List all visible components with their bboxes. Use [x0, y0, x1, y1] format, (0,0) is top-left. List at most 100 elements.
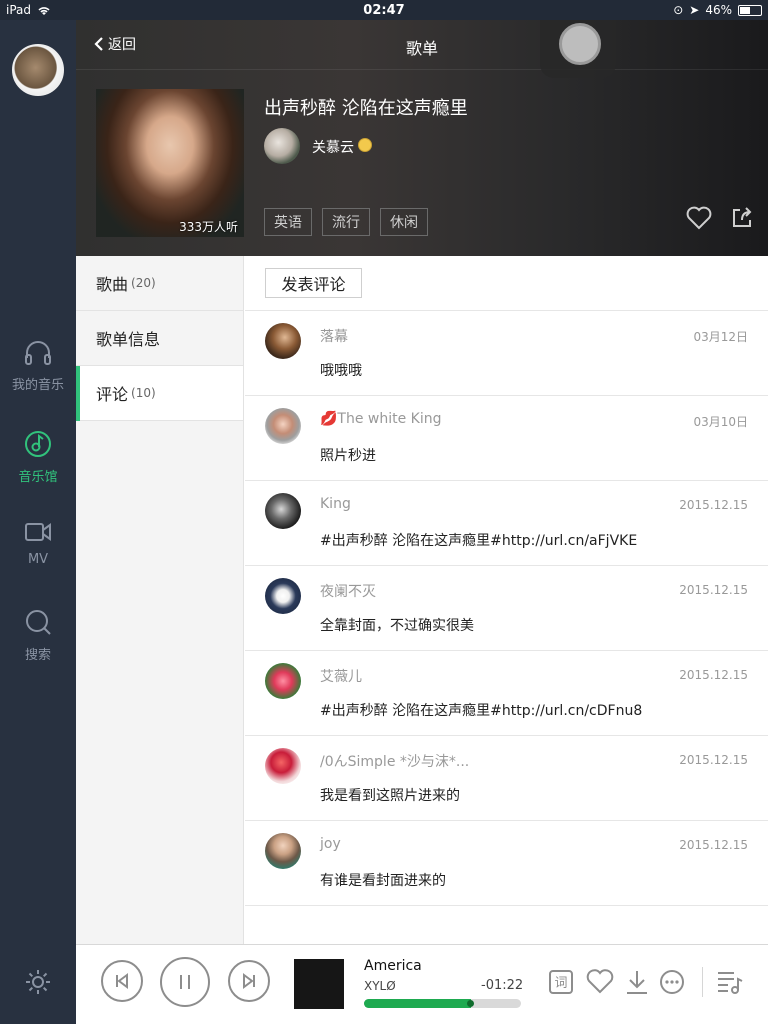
playlist-queue-icon[interactable]	[716, 969, 744, 995]
video-icon	[25, 523, 51, 541]
commenter-name[interactable]: 落幕	[320, 326, 348, 346]
gear-icon	[26, 970, 50, 994]
tab-label: 评论	[96, 385, 129, 404]
comment-item: King 2015.12.15 #出声秒醉 沦陷在这声瘾里#http://url…	[245, 481, 768, 566]
comment-list: 落幕 03月12日 哦哦哦 💋The white King 03月10日 照片秒…	[245, 310, 768, 906]
sidebar: 我的音乐 音乐馆 MV 搜索	[0, 0, 76, 1024]
search-icon	[26, 610, 51, 635]
sidebar-item-label: 我的音乐	[11, 378, 64, 393]
commenter-avatar[interactable]	[265, 408, 301, 444]
lyrics-icon[interactable]: 词	[548, 969, 574, 995]
playlist-cover[interactable]: 333万人听	[96, 89, 244, 237]
tab-songs[interactable]: 歌曲 (20)	[76, 256, 243, 311]
remaining-time: -01:22	[481, 978, 524, 993]
comment-date: 2015.12.15	[679, 753, 748, 767]
previous-button[interactable]	[101, 960, 143, 1002]
battery-percent: 46%	[705, 3, 732, 17]
tab-label: 歌曲	[96, 275, 129, 294]
more-icon[interactable]	[659, 969, 685, 995]
comment-item: /0んSimple *沙与沫*... 2015.12.15 我是看到这照片进来的	[245, 736, 768, 821]
skip-previous-icon	[116, 973, 128, 989]
tab-playlist-info[interactable]: 歌单信息	[76, 311, 243, 366]
commenter-avatar[interactable]	[265, 663, 301, 699]
comment-item: 落幕 03月12日 哦哦哦	[245, 311, 768, 396]
heart-icon[interactable]	[686, 206, 712, 230]
comment-item: 夜阑不灭 2015.12.15 全靠封面，不过确实很美	[245, 566, 768, 651]
playlist-title: 出声秒醉 沦陷在这声瘾里	[264, 98, 468, 119]
sidebar-item-label: MV	[27, 552, 49, 567]
comment-item: 💋The white King 03月10日 照片秒进	[245, 396, 768, 481]
sidebar-item-label: 搜索	[24, 648, 51, 663]
comment-date: 03月12日	[693, 330, 748, 344]
headphones-icon	[25, 341, 51, 365]
pause-icon	[180, 975, 190, 989]
lock-rotation-icon: ⊙	[673, 3, 684, 17]
comment-item: joy 2015.12.15 有谁是看封面进来的	[245, 821, 768, 906]
tab-count: (20)	[131, 276, 156, 290]
comment-date: 2015.12.15	[679, 583, 748, 597]
commenter-avatar[interactable]	[265, 833, 301, 869]
content-tabs: 歌曲 (20) 歌单信息 评论 (10)	[76, 256, 244, 944]
page-title: 歌单	[405, 39, 438, 58]
comment-date: 2015.12.15	[679, 498, 748, 512]
comment-item: 艾薇儿 2015.12.15 #出声秒醉 沦陷在这声瘾里#http://url.…	[245, 651, 768, 736]
share-icon[interactable]	[730, 206, 754, 230]
svg-text:词: 词	[554, 976, 567, 991]
sidebar-item-label: 音乐馆	[18, 470, 58, 485]
heart-icon[interactable]	[586, 969, 614, 995]
tab-label: 歌单信息	[96, 330, 161, 349]
progress-bar[interactable]	[364, 999, 521, 1008]
user-avatar[interactable]	[12, 44, 64, 96]
now-playing-album-art[interactable]	[294, 959, 344, 1009]
settings-button[interactable]	[24, 968, 52, 1000]
tag[interactable]: 英语	[264, 208, 312, 236]
commenter-name[interactable]: joy	[320, 836, 341, 852]
tag-list: 英语 流行 休闲	[264, 208, 428, 236]
nav-bar: 返回 歌单	[76, 20, 768, 70]
battery-icon	[738, 4, 762, 16]
comment-text: #出声秒醉 沦陷在这声瘾里#http://url.cn/cDFnu8	[320, 703, 643, 719]
location-icon: ➤	[689, 3, 700, 17]
mini-player: America XYLØ -01:22 词	[76, 944, 768, 1024]
status-bar: iPad 02:47 ⊙ ➤ 46%	[0, 0, 768, 20]
comment-text: #出声秒醉 沦陷在这声瘾里#http://url.cn/aFjVKE	[320, 533, 638, 549]
status-time: 02:47	[363, 3, 405, 18]
comment-text: 我是看到这照片进来的	[320, 788, 460, 804]
skip-next-icon	[243, 973, 255, 989]
playlist-header: 返回 歌单 333万人听 出声秒醉 沦陷在这声瘾里 关慕云 英语 流行 休闲	[76, 4, 768, 256]
sidebar-item-search[interactable]: 搜索	[0, 608, 76, 663]
sidebar-item-mv[interactable]: MV	[0, 520, 76, 567]
commenter-name[interactable]: 💋The white King	[320, 411, 442, 427]
tab-comments[interactable]: 评论 (10)	[76, 366, 243, 421]
now-playing-artist: XYLØ	[364, 979, 396, 993]
comment-date: 2015.12.15	[679, 838, 748, 852]
comment-text: 哦哦哦	[320, 363, 362, 379]
commenter-avatar[interactable]	[265, 323, 301, 359]
tag[interactable]: 休闲	[380, 208, 428, 236]
comment-text: 全靠封面，不过确实很美	[320, 618, 474, 634]
comment-date: 2015.12.15	[679, 668, 748, 682]
tag[interactable]: 流行	[322, 208, 370, 236]
listen-count: 333万人听	[179, 220, 238, 234]
commenter-avatar[interactable]	[265, 493, 301, 529]
commenter-avatar[interactable]	[265, 578, 301, 614]
author-name[interactable]: 关慕云	[312, 137, 354, 157]
download-icon[interactable]	[624, 969, 650, 995]
author-avatar[interactable]	[264, 128, 300, 164]
comments-panel: 发表评论 落幕 03月12日 哦哦哦 💋The white King 03月10…	[245, 256, 768, 944]
comment-text: 照片秒进	[320, 448, 376, 464]
sidebar-item-music-hall[interactable]: 音乐馆	[0, 430, 76, 485]
pause-button[interactable]	[160, 957, 210, 1007]
comment-text: 有谁是看封面进来的	[320, 873, 446, 889]
tab-count: (10)	[131, 386, 156, 400]
commenter-avatar[interactable]	[265, 748, 301, 784]
commenter-name[interactable]: /0んSimple *沙与沫*...	[320, 751, 469, 771]
sidebar-item-my-music[interactable]: 我的音乐	[0, 340, 76, 393]
post-comment-button[interactable]: 发表评论	[265, 268, 362, 298]
divider	[702, 967, 703, 997]
music-note-icon	[25, 431, 51, 457]
commenter-name[interactable]: King	[320, 496, 351, 512]
commenter-name[interactable]: 艾薇儿	[320, 666, 362, 686]
commenter-name[interactable]: 夜阑不灭	[320, 581, 376, 601]
next-button[interactable]	[228, 960, 270, 1002]
